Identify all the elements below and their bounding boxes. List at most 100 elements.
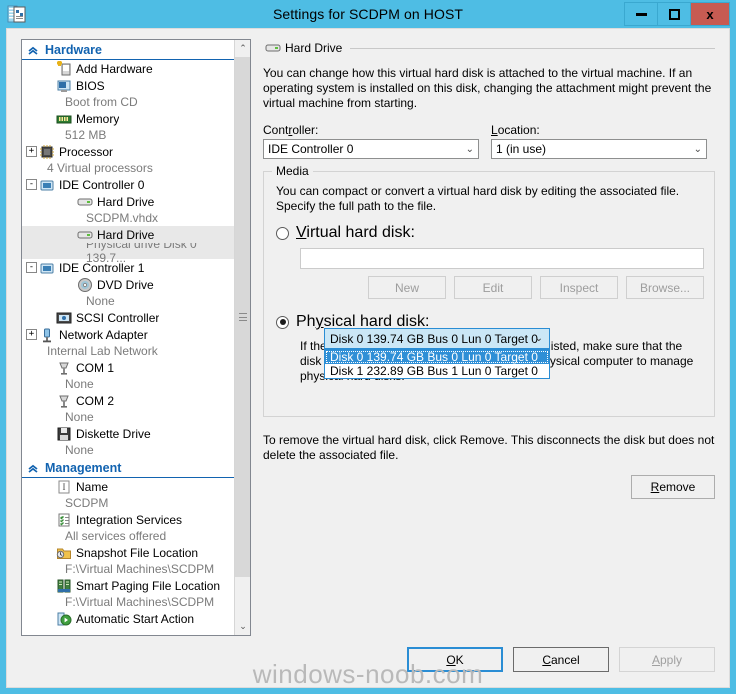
- tree-item-label: COM 2: [76, 393, 115, 408]
- remove-button[interactable]: Remove: [631, 475, 715, 499]
- tree-item-automatic-start-action[interactable]: Automatic Start Action: [22, 610, 235, 627]
- edit-button[interactable]: Edit: [454, 276, 532, 299]
- cancel-button[interactable]: Cancel: [513, 647, 609, 672]
- apply-button[interactable]: Apply: [619, 647, 715, 672]
- tree-item-label: Snapshot File Location: [76, 545, 199, 560]
- tree-item-smart-paging-file-location[interactable]: Smart Paging File Location: [22, 577, 235, 594]
- minimize-button[interactable]: [624, 2, 658, 26]
- tree-item-ide-controller-1[interactable]: - IDE Controller 1: [22, 259, 235, 276]
- network-adapter-icon: [39, 327, 55, 343]
- virtual-hard-disk-path-input[interactable]: [300, 248, 704, 269]
- com-port-icon: [56, 360, 72, 376]
- new-button[interactable]: New: [368, 276, 446, 299]
- physical-disk-selected-value: Disk 0 139.74 GB Bus 0 Lun 0 Target 0: [330, 331, 538, 346]
- tree-item-subtitle: Internal Lab Network: [47, 344, 158, 358]
- tree-item-snapshot-file-location[interactable]: Snapshot File Location: [22, 544, 235, 561]
- location-select[interactable]: 1 (in use) ⌄: [491, 139, 707, 159]
- scroll-up-button[interactable]: ⌃: [235, 40, 250, 57]
- scsi-controller-icon: [56, 310, 72, 326]
- scrollbar-thumb[interactable]: [235, 57, 250, 577]
- tree-item-subtitle: SCDPM.vhdx: [86, 211, 159, 225]
- tree-item-dvd-drive[interactable]: DVD Drive: [22, 276, 235, 293]
- tree-item-hard-drive[interactable]: Hard Drive: [22, 226, 235, 243]
- tree-item-subtitle: Physical drive Disk 0 139.7...: [22, 237, 235, 265]
- maximize-icon: [668, 8, 680, 20]
- hard-drive-icon: [265, 40, 281, 56]
- tree-item-label: Processor: [59, 144, 114, 159]
- tree-item-scsi-controller[interactable]: SCSI Controller: [22, 309, 235, 326]
- com-port-icon: [56, 393, 72, 409]
- browse-button[interactable]: Browse...: [626, 276, 704, 299]
- minimize-icon: [635, 12, 647, 16]
- expand-icon[interactable]: +: [26, 329, 37, 340]
- tree-item-name[interactable]: I Name: [22, 478, 235, 495]
- tree-item-integration-services[interactable]: Integration Services: [22, 511, 235, 528]
- controller-select[interactable]: IDE Controller 0 ⌄: [263, 139, 479, 159]
- physical-hard-disk-radio[interactable]: [276, 315, 289, 329]
- physical-disk-option-list[interactable]: Disk 0 139.74 GB Bus 0 Lun 0 Target 0 Dis…: [324, 349, 550, 379]
- tree-item-subtitle: Boot from CD: [65, 95, 138, 109]
- section-title: Management: [45, 460, 122, 475]
- tree-item-label: Add Hardware: [76, 61, 153, 76]
- physical-disk-selected-value-row[interactable]: Disk 0 139.74 GB Bus 0 Lun 0 Target 0 ⌄: [324, 328, 550, 349]
- tree-item-subtitle: None: [65, 410, 94, 424]
- tree-item-network-adapter[interactable]: + Network Adapter: [22, 326, 235, 343]
- tree-item-processor[interactable]: + Processor: [22, 143, 235, 160]
- screenshot-root: Settings for SCDPM on HOST x Hardware Add…: [0, 0, 736, 694]
- tree-item-label: IDE Controller 0: [59, 177, 145, 192]
- collapse-chevron-icon: [26, 461, 40, 475]
- title-bar: Settings for SCDPM on HOST x: [0, 0, 736, 28]
- tree-item-add-hardware[interactable]: Add Hardware: [22, 60, 235, 77]
- tree-item-subtitle: F:\Virtual Machines\SCDPM: [65, 562, 215, 576]
- navigation-tree[interactable]: Hardware Add Hardware BIOS Boot from CD Memo…: [21, 39, 251, 636]
- tree-item-subtitle: None: [65, 377, 94, 391]
- svg-text:I: I: [63, 482, 66, 492]
- ok-button[interactable]: OK: [407, 647, 503, 672]
- section-header-hardware[interactable]: Hardware: [22, 40, 235, 60]
- dvd-drive-icon: [77, 277, 93, 293]
- vhd-action-buttons: New Edit Inspect Browse...: [276, 276, 704, 299]
- remove-description: To remove the virtual hard disk, click R…: [263, 433, 715, 462]
- scroll-down-button[interactable]: ⌄: [235, 618, 250, 635]
- tree-item-ide-controller-0[interactable]: - IDE Controller 0: [22, 176, 235, 193]
- tree-scrollbar[interactable]: ⌃ ⌄: [234, 40, 250, 635]
- location-value: 1 (in use): [496, 142, 547, 156]
- expand-icon[interactable]: +: [26, 146, 37, 157]
- collapse-icon[interactable]: -: [26, 179, 37, 190]
- tree-items-host: Hardware Add Hardware BIOS Boot from CD Memo…: [22, 40, 235, 635]
- collapse-icon[interactable]: -: [26, 262, 37, 273]
- tree-item-label: COM 1: [76, 360, 115, 375]
- tree-item-com-2[interactable]: COM 2: [22, 392, 235, 409]
- inspect-button[interactable]: Inspect: [540, 276, 618, 299]
- chevron-down-icon: ⌄: [693, 143, 702, 155]
- tree-item-diskette-drive[interactable]: Diskette Drive: [22, 425, 235, 442]
- tree-item-label: Smart Paging File Location: [76, 578, 221, 593]
- virtual-hard-disk-radio-row[interactable]: Virtual hard disk:: [276, 224, 704, 242]
- tree-item-bios[interactable]: BIOS: [22, 77, 235, 94]
- name-icon: I: [56, 479, 72, 495]
- section-header-management[interactable]: Management: [22, 458, 235, 478]
- physical-disk-option[interactable]: Disk 1 232.89 GB Bus 1 Lun 0 Target 0: [325, 364, 549, 378]
- controller-field: Controller: IDE Controller 0 ⌄: [263, 123, 479, 159]
- physical-disk-combobox[interactable]: Disk 0 139.74 GB Bus 0 Lun 0 Target 0 ⌄ …: [324, 328, 550, 379]
- tree-item-hard-drive[interactable]: Hard Drive: [22, 193, 235, 210]
- tree-item-com-1[interactable]: COM 1: [22, 359, 235, 376]
- tree-item-label: Diskette Drive: [76, 426, 151, 441]
- tree-item-subtitle: All services offered: [65, 529, 167, 543]
- physical-disk-option[interactable]: Disk 0 139.74 GB Bus 0 Lun 0 Target 0: [325, 350, 549, 364]
- media-group: Media You can compact or convert a virtu…: [263, 164, 715, 417]
- tree-item-label: Network Adapter: [59, 327, 148, 342]
- close-button[interactable]: x: [690, 2, 730, 26]
- maximize-button[interactable]: [657, 2, 691, 26]
- tree-item-memory[interactable]: Memory: [22, 110, 235, 127]
- virtual-hard-disk-radio[interactable]: [276, 226, 289, 240]
- snapshot-folder-icon: [56, 545, 72, 561]
